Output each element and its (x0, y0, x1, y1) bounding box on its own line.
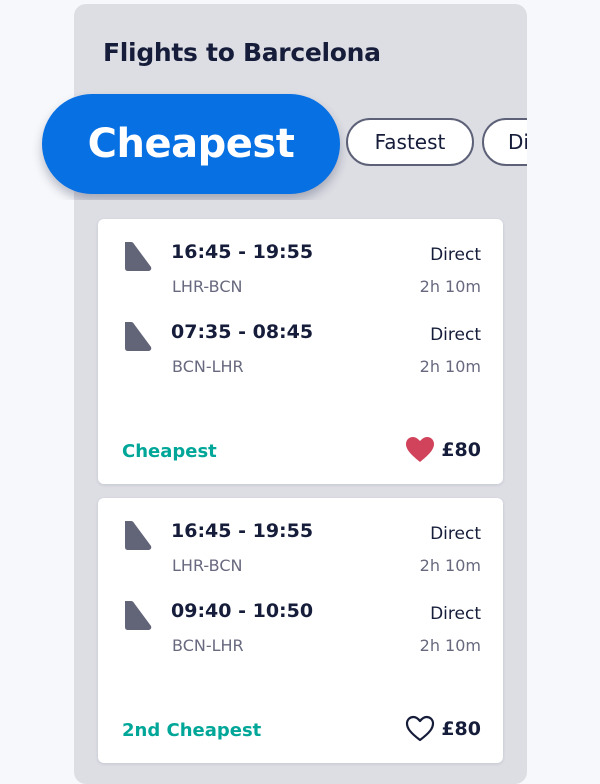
tab-cheapest-label: Cheapest (87, 121, 295, 167)
price-badge: Cheapest (122, 441, 217, 462)
flight-stops: Direct (430, 245, 481, 265)
flight-stops: Direct (430, 604, 481, 624)
flight-leg-return: 07:35 - 08:45 BCN-LHR Direct 2h 10m (98, 319, 503, 379)
flight-leg-outbound: 16:45 - 19:55 LHR-BCN Direct 2h 10m (98, 518, 503, 578)
flight-price: £80 (441, 439, 481, 461)
flight-route: LHR-BCN (172, 556, 243, 575)
airline-tail-icon (125, 601, 152, 630)
flight-duration: 2h 10m (419, 277, 481, 296)
airline-tail-icon (125, 322, 152, 351)
flight-route: LHR-BCN (172, 277, 243, 296)
flight-times: 16:45 - 19:55 (171, 520, 314, 542)
flight-duration: 2h 10m (419, 556, 481, 575)
flight-times: 07:35 - 08:45 (171, 321, 314, 343)
flight-leg-outbound: 16:45 - 19:55 LHR-BCN Direct 2h 10m (98, 239, 503, 299)
flight-stops: Direct (430, 524, 481, 544)
flight-times: 09:40 - 10:50 (171, 600, 314, 622)
flight-stops: Direct (430, 325, 481, 345)
flight-times: 16:45 - 19:55 (171, 241, 314, 263)
flight-route: BCN-LHR (172, 357, 244, 376)
tab-direct[interactable]: Di (482, 118, 527, 166)
heart-filled-icon[interactable] (405, 436, 435, 464)
sort-tabs: Fastest Di Cheapest (0, 90, 527, 200)
flight-card[interactable]: 16:45 - 19:55 LHR-BCN Direct 2h 10m 07:3… (98, 219, 503, 484)
page-title: Flights to Barcelona (103, 38, 381, 67)
tab-fastest[interactable]: Fastest (346, 118, 474, 166)
airline-tail-icon (125, 242, 152, 271)
flight-duration: 2h 10m (419, 357, 481, 376)
flight-route: BCN-LHR (172, 636, 244, 655)
tab-fastest-label: Fastest (374, 130, 446, 154)
tab-cheapest[interactable]: Cheapest (42, 94, 340, 194)
flight-duration: 2h 10m (419, 636, 481, 655)
tab-direct-label: Di (508, 130, 527, 154)
flight-price: £80 (441, 718, 481, 740)
flight-card[interactable]: 16:45 - 19:55 LHR-BCN Direct 2h 10m 09:4… (98, 498, 503, 763)
price-badge: 2nd Cheapest (122, 720, 262, 741)
airline-tail-icon (125, 521, 152, 550)
heart-outline-icon[interactable] (405, 715, 435, 743)
flight-leg-return: 09:40 - 10:50 BCN-LHR Direct 2h 10m (98, 598, 503, 658)
